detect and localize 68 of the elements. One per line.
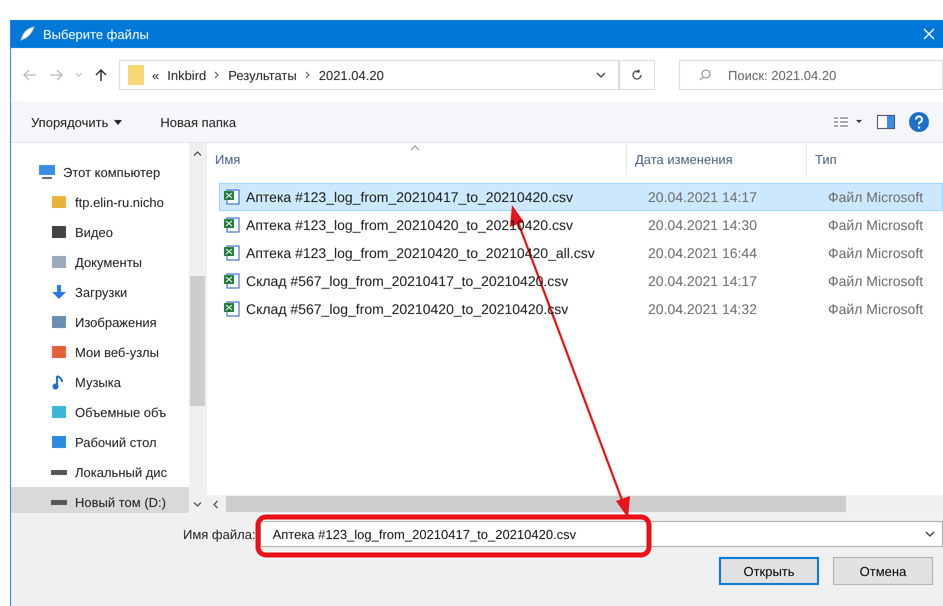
- file-name: Аптека #123_log_from_20210417_to_20210420.csv: [246, 189, 573, 205]
- sidebar-item[interactable]: Музыка: [11, 367, 189, 397]
- file-name-label: Имя файла:: [183, 526, 256, 542]
- preview-pane-icon[interactable]: [877, 115, 895, 129]
- open-button[interactable]: Открыть: [719, 557, 819, 585]
- refresh-button[interactable]: [619, 60, 655, 90]
- scroll-down-icon[interactable]: [193, 502, 202, 507]
- breadcrumb[interactable]: Inkbird: [167, 68, 206, 82]
- scrollbar-thumb[interactable]: [190, 276, 205, 406]
- breadcrumb[interactable]: 2021.04.20: [318, 68, 384, 82]
- sidebar-item[interactable]: Изображения: [11, 307, 189, 337]
- address-bar[interactable]: « Inkbird Результаты 2021.04.20: [119, 60, 619, 90]
- file-type: Файл Microsoft: [827, 273, 924, 289]
- view-icon[interactable]: [833, 116, 863, 128]
- column-header[interactable]: Тип: [807, 143, 943, 175]
- column-header[interactable]: Дата изменения: [627, 143, 807, 175]
- spreadsheet-icon: [224, 217, 240, 233]
- up-icon[interactable]: [95, 68, 107, 82]
- drive-icon: [51, 500, 67, 504]
- cancel-button[interactable]: Отмена: [833, 557, 933, 585]
- chevron-icon: [304, 71, 311, 79]
- sidebar-item[interactable]: ftp.elin-ru.nicho: [11, 187, 189, 217]
- sidebar-item[interactable]: Видео: [11, 217, 189, 247]
- scroll-left-icon[interactable]: [213, 500, 218, 508]
- sidebar-item[interactable]: Рабочий стол: [11, 427, 189, 457]
- chevron-icon: [214, 71, 220, 79]
- file-row[interactable]: Аптека #123_log_from_20210417_to_20210420.csv 20.04.2021 14:17 Файл Microsoft: [219, 183, 943, 211]
- caret-icon: [114, 120, 122, 124]
- file-date: 20.04.2021 16:44: [647, 245, 758, 261]
- overflow-mark[interactable]: «: [152, 68, 160, 82]
- search-field[interactable]: Поиск: 2021.04.20: [679, 60, 943, 90]
- sidebar-item[interactable]: Этот компьютер: [11, 157, 189, 187]
- file-type: Файл Microsoft: [827, 189, 924, 205]
- spreadsheet-icon: [224, 189, 240, 205]
- spreadsheet-icon: [224, 273, 240, 289]
- file-date: 20.04.2021 14:30: [647, 217, 758, 233]
- sidebar-item[interactable]: Загрузки: [11, 277, 189, 307]
- sidebar-item[interactable]: Документы: [11, 247, 189, 277]
- sort-icon: [410, 145, 420, 151]
- scroll-up-icon[interactable]: [193, 151, 202, 156]
- file-date: 20.04.2021 14:17: [647, 273, 758, 289]
- monitor-icon: [39, 164, 55, 180]
- scrollbar-thumb[interactable]: [226, 496, 846, 512]
- file-type: Файл Microsoft: [827, 217, 924, 233]
- sidebar-item[interactable]: Мои веб-узлы: [11, 337, 189, 367]
- breadcrumb[interactable]: Результаты: [228, 68, 297, 82]
- refresh-icon[interactable]: [631, 69, 643, 81]
- file-date: 20.04.2021 14:17: [647, 189, 758, 205]
- spreadsheet-icon: [224, 245, 240, 261]
- window-title: Выберите файлы: [43, 26, 149, 42]
- drive-icon: [51, 470, 67, 474]
- sidebar-item[interactable]: Локальный дис: [11, 457, 189, 487]
- organize-button[interactable]: Упорядочить: [31, 114, 122, 130]
- sidebar-item[interactable]: Новый том (D:): [11, 487, 189, 513]
- column-header[interactable]: Имя: [207, 143, 627, 175]
- help-icon[interactable]: [909, 112, 929, 132]
- dropdown-icon[interactable]: [925, 531, 935, 537]
- down-arrow-icon: [51, 284, 67, 300]
- file-type: Файл Microsoft: [827, 245, 924, 261]
- file-type: Файл Microsoft: [827, 301, 924, 317]
- sidebar-item[interactable]: Объемные объ: [11, 397, 189, 427]
- feather-icon: [19, 26, 35, 42]
- new-folder-button[interactable]: Новая папка: [160, 114, 236, 130]
- file-name-field[interactable]: Аптека #123_log_from_20210417_to_20210420.csv: [260, 521, 943, 547]
- file-date: 20.04.2021 14:32: [647, 301, 758, 317]
- dropdown-icon[interactable]: [596, 72, 606, 78]
- spreadsheet-icon: [224, 301, 240, 317]
- search-icon: [699, 69, 711, 81]
